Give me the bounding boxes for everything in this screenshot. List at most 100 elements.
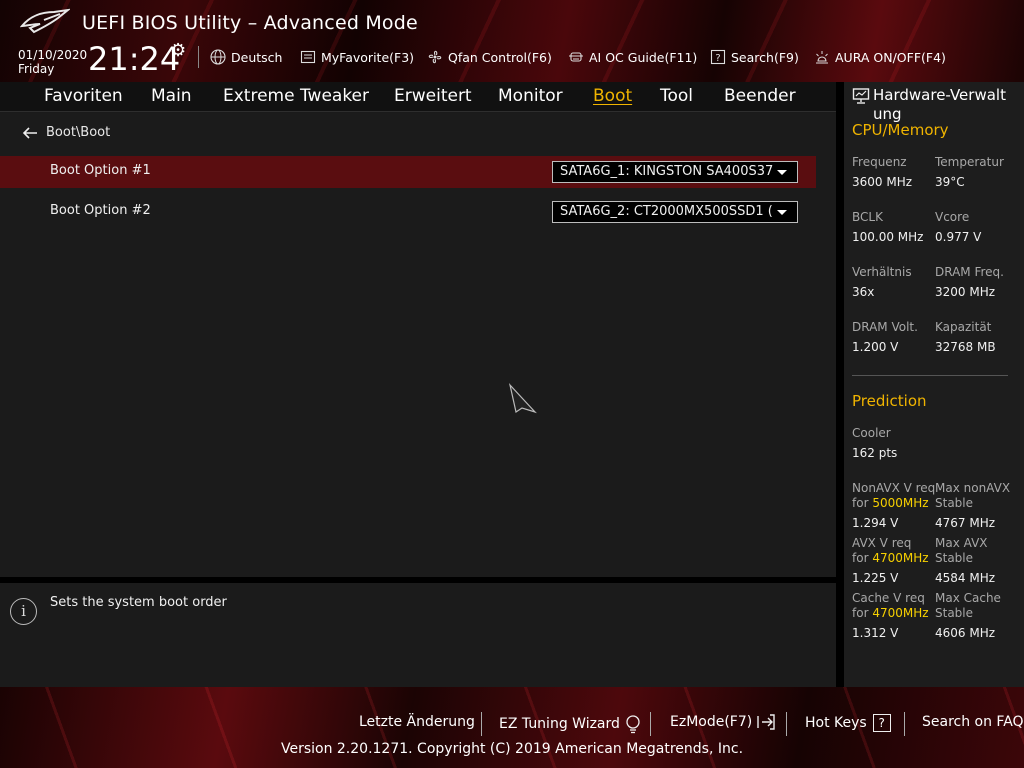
breadcrumb[interactable]: Boot\Boot: [22, 125, 110, 140]
avx-for: for: [852, 551, 869, 565]
boot-option-2-row[interactable]: Boot Option #2 SATA6G_2: CT2000MX500SSD1…: [0, 196, 816, 228]
capacity-value: 32768 MB: [935, 340, 996, 354]
temp-label: Temperatur: [935, 155, 1004, 169]
boot-option-2-label: Boot Option #2: [50, 203, 151, 218]
help-text: Sets the system boot order: [50, 595, 227, 610]
boot-option-1-select[interactable]: SATA6G_1: KINGSTON SA400S37: [552, 161, 798, 183]
ez-tuning-wizard-button[interactable]: EZ Tuning Wizard: [499, 714, 642, 734]
tab-favoriten[interactable]: Favoriten: [44, 86, 123, 106]
favorite-list-icon: [300, 50, 316, 64]
dram-freq-value: 3200 MHz: [935, 285, 996, 299]
avx-label-text: AVX V req: [852, 536, 912, 550]
ratio-label: Verhältnis: [852, 265, 912, 279]
qfan-control-button[interactable]: Qfan Control(F6): [427, 48, 552, 66]
tab-beender[interactable]: Beender: [724, 86, 796, 106]
tab-main[interactable]: Main: [151, 86, 192, 106]
boot-option-1-row[interactable]: Boot Option #1 SATA6G_1: KINGSTON SA400S…: [0, 156, 816, 188]
clock-display: 21:24: [88, 40, 181, 78]
footer-divider: [786, 712, 787, 736]
max-nonavx-label: Max nonAVX Stable: [935, 481, 1010, 511]
ai-oc-guide-button[interactable]: AI OC Guide(F11): [568, 48, 697, 66]
question-box-icon: ?: [872, 714, 891, 732]
avx-value: 1.225 V: [852, 571, 899, 585]
nonavx-value: 1.294 V: [852, 516, 899, 530]
sidebar-title: Hardware-Verwaltung: [852, 86, 1020, 124]
hot-keys-button[interactable]: Hot Keys ?: [805, 714, 891, 732]
day-display: Friday: [18, 62, 55, 76]
help-panel: i Sets the system boot order: [0, 583, 836, 687]
prediction-heading: Prediction: [852, 392, 927, 410]
exit-arrow-icon: [757, 714, 775, 730]
footer-divider: [650, 712, 651, 736]
footer-divider: [481, 712, 482, 736]
search-label: Search(F9): [731, 49, 799, 65]
last-change-button[interactable]: Letzte Änderung: [359, 714, 475, 730]
tab-boot[interactable]: Boot: [593, 86, 632, 106]
tab-monitor[interactable]: Monitor: [498, 86, 563, 106]
boot-option-2-select[interactable]: SATA6G_2: CT2000MX500SSD1 (: [552, 201, 798, 223]
search-button[interactable]: ? Search(F9): [710, 48, 799, 66]
ai-chip-icon: [569, 52, 583, 62]
ratio-value: 36x: [852, 285, 875, 299]
max-cache-label: Max Cache Stable: [935, 591, 1001, 621]
rog-logo-icon: [20, 8, 70, 34]
cache-label-text: Cache V req: [852, 591, 925, 605]
cache-value: 1.312 V: [852, 626, 899, 640]
search-faq-button[interactable]: Search on FAQ: [922, 714, 1024, 730]
nonavx-label: NonAVX V req for 5000MHz: [852, 481, 935, 511]
lightbulb-icon: [626, 715, 640, 734]
tab-tool[interactable]: Tool: [660, 86, 693, 106]
dram-volt-label: DRAM Volt.: [852, 320, 918, 334]
ezmode-button[interactable]: EzMode(F7): [670, 714, 776, 730]
date-display: 01/10/2020: [18, 48, 88, 62]
max-avx-label: Max AVX Stable: [935, 536, 988, 566]
ez-tuning-label: EZ Tuning Wizard: [499, 716, 620, 732]
breadcrumb-path: Boot\Boot: [46, 125, 111, 140]
dram-volt-value: 1.200 V: [852, 340, 899, 354]
header-bar: UEFI BIOS Utility – Advanced Mode 01/10/…: [0, 0, 1024, 82]
boot-option-1-label: Boot Option #1: [50, 163, 151, 178]
max-cache-stable: Stable: [935, 606, 974, 620]
hot-keys-label: Hot Keys: [805, 715, 867, 731]
boot-option-2-value: SATA6G_2: CT2000MX500SSD1 (: [560, 204, 773, 219]
sidebar-divider: [852, 375, 1008, 376]
header-divider: [198, 46, 199, 68]
max-cache-label-text: Max Cache: [935, 591, 1001, 605]
mouse-cursor-icon: [508, 383, 537, 414]
aura-light-icon: [816, 51, 828, 64]
tab-extreme-tweaker[interactable]: Extreme Tweaker: [223, 86, 369, 106]
back-arrow-icon[interactable]: [22, 126, 38, 140]
dram-freq-label: DRAM Freq.: [935, 265, 1004, 279]
copyright-text: Version 2.20.1271. Copyright (C) 2019 Am…: [0, 741, 1024, 757]
myfavorite-button[interactable]: MyFavorite(F3): [300, 48, 414, 66]
language-button[interactable]: Deutsch: [210, 48, 282, 66]
cooler-value: 162 pts: [852, 446, 898, 460]
help-search-icon: ?: [710, 49, 726, 65]
nonavx-label-text: NonAVX V req: [852, 481, 936, 495]
max-nonavx-value: 4767 MHz: [935, 516, 996, 530]
hardware-monitor-sidebar: Hardware-Verwaltung CPU/Memory Frequenz …: [844, 82, 1024, 687]
max-avx-stable: Stable: [935, 551, 974, 565]
tab-erweitert[interactable]: Erweitert: [394, 86, 472, 106]
nonavx-for: for: [852, 496, 869, 510]
globe-icon: [210, 49, 226, 65]
myfavorite-label: MyFavorite(F3): [321, 49, 415, 65]
chevron-down-icon: [777, 210, 787, 215]
qfan-label: Qfan Control(F6): [448, 49, 552, 65]
monitor-icon: [852, 88, 870, 104]
cpu-memory-heading: CPU/Memory: [852, 121, 949, 139]
search-faq-label: Search on FAQ: [922, 714, 1024, 730]
max-cache-value: 4606 MHz: [935, 626, 996, 640]
sidebar-gap: [836, 82, 844, 687]
cache-for: for: [852, 606, 869, 620]
max-avx-label-text: Max AVX: [935, 536, 988, 550]
aura-button[interactable]: AURA ON/OFF(F4): [814, 48, 946, 66]
max-avx-value: 4584 MHz: [935, 571, 996, 585]
bclk-value: 100.00 MHz: [852, 230, 924, 244]
bclk-label: BCLK: [852, 210, 883, 224]
cooler-label: Cooler: [852, 426, 891, 440]
gear-icon[interactable]: ⚙: [170, 40, 186, 61]
max-nonavx-stable: Stable: [935, 496, 974, 510]
app-title: UEFI BIOS Utility – Advanced Mode: [82, 12, 418, 34]
fan-icon: [428, 50, 442, 64]
